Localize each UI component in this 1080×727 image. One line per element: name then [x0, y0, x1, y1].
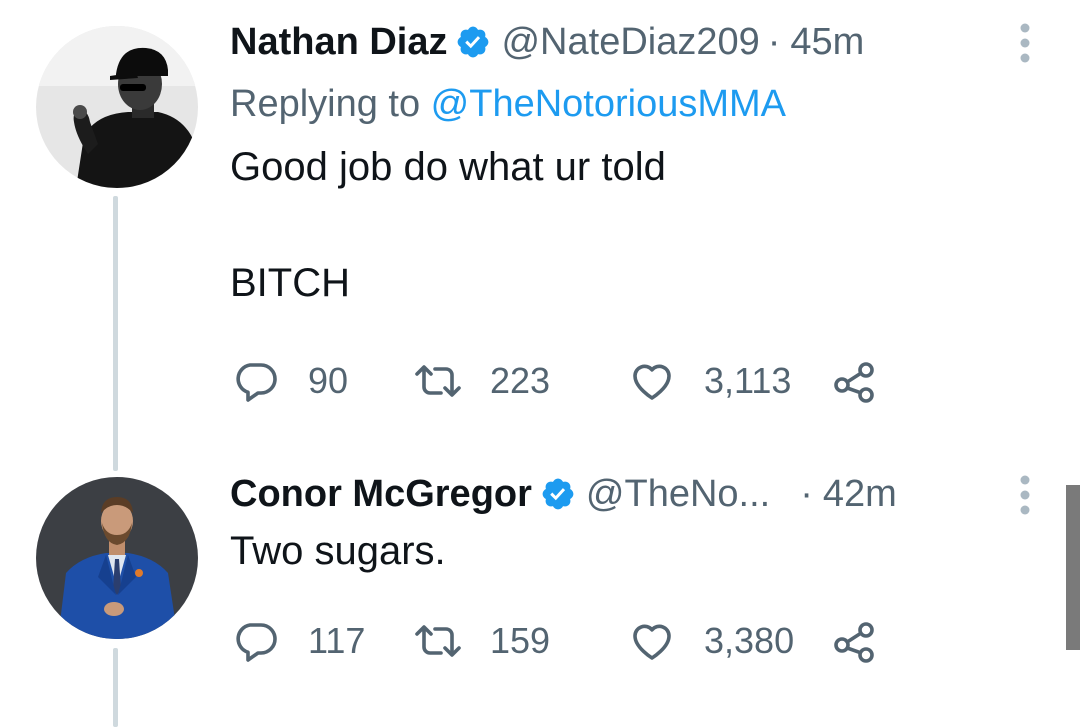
replying-to: Replying to @TheNotoriousMMA — [230, 72, 1040, 136]
avatar-conor-mcgregor[interactable] — [36, 477, 198, 639]
tweet-text: Good job do what ur told BITCH — [230, 145, 666, 305]
verified-badge-icon — [458, 26, 489, 58]
retweet-count: 223 — [490, 360, 551, 401]
retweet-icon — [415, 365, 461, 397]
author-handle[interactable]: @TheNo... — [586, 473, 770, 516]
reply-icon — [236, 623, 277, 662]
retweet-button[interactable]: 159 — [414, 616, 628, 666]
like-button[interactable]: 3,113 — [628, 356, 844, 406]
thread-line-top — [113, 196, 118, 471]
more-icon[interactable] — [1010, 20, 1040, 66]
reply-count: 90 — [308, 360, 349, 401]
reply-count: 117 — [308, 620, 366, 661]
tweet-nathan-diaz[interactable]: Nathan Diaz @NateDiaz209 · 45m Replying … — [230, 12, 1040, 312]
avatar-nathan-diaz[interactable] — [36, 26, 198, 188]
tweet-actions: 117 159 3,380 — [232, 616, 906, 666]
reply-icon — [236, 363, 277, 402]
timestamp[interactable]: 45m — [790, 21, 864, 64]
more-icon[interactable] — [1010, 472, 1040, 518]
like-count: 3,113 — [704, 360, 792, 401]
reply-button[interactable]: 90 — [232, 356, 414, 406]
replying-mention-link[interactable]: @TheNotoriousMMA — [431, 83, 786, 125]
verified-badge-icon — [542, 478, 574, 510]
share-button[interactable] — [830, 356, 906, 406]
tweet-header: Conor McGregor @TheNo... · 42m — [230, 464, 1040, 524]
timestamp[interactable]: 42m — [823, 473, 897, 516]
like-icon — [633, 364, 671, 400]
separator-dot: · — [800, 472, 813, 515]
replying-prefix: Replying to — [230, 83, 431, 125]
tweet-conor-mcgregor[interactable]: Conor McGregor @TheNo... · 42m Two sugar… — [230, 464, 1040, 580]
retweet-icon — [415, 625, 461, 657]
separator-dot: · — [767, 20, 781, 63]
thread-line-bottom — [113, 648, 118, 727]
tweet-actions: 90 223 3,113 — [232, 356, 906, 406]
share-icon — [834, 362, 874, 403]
author-handle[interactable]: @NateDiaz209 — [501, 21, 759, 64]
like-icon — [633, 624, 671, 660]
retweet-count: 159 — [490, 620, 551, 661]
author-name[interactable]: Conor McGregor — [230, 473, 532, 516]
scrollbar-thumb[interactable] — [1066, 485, 1080, 650]
retweet-button[interactable]: 223 — [414, 356, 628, 406]
like-button[interactable]: 3,380 — [628, 616, 844, 666]
author-name[interactable]: Nathan Diaz — [230, 21, 447, 64]
share-button[interactable] — [830, 616, 906, 666]
like-count: 3,380 — [704, 620, 795, 661]
tweet-header: Nathan Diaz @NateDiaz209 · 45m — [230, 12, 1040, 72]
share-icon — [834, 622, 874, 663]
tweet-text: Two sugars. — [230, 529, 446, 573]
reply-button[interactable]: 117 — [232, 616, 414, 666]
